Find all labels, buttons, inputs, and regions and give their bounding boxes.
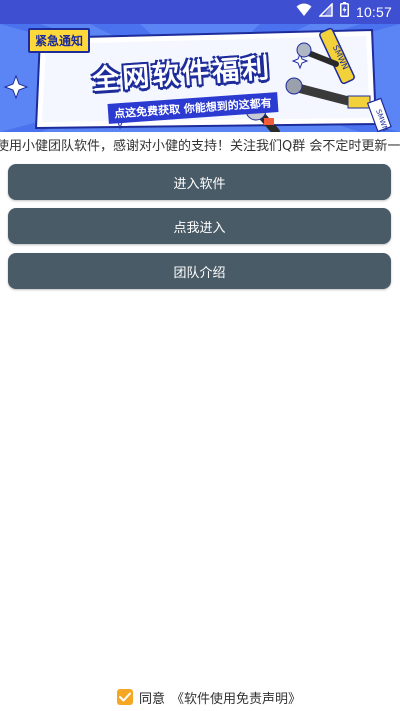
notice-marquee: 使用小健团队软件，感谢对小健的支持！关注我们Q群 会不定时更新一些好: [0, 132, 400, 154]
team-intro-label: 团队介绍: [173, 265, 226, 281]
marquee-text: 使用小健团队软件，感谢对小健的支持！关注我们Q群 会不定时更新一些好: [0, 139, 400, 154]
agree-label[interactable]: 同意: [139, 688, 165, 707]
disclaimer-link[interactable]: 《软件使用免责声明》: [171, 688, 301, 707]
team-intro-button[interactable]: 团队介绍: [8, 253, 391, 289]
status-time: 10:57: [355, 4, 392, 20]
agreement-row: 同意 《软件使用免责声明》: [117, 688, 301, 707]
click-to-enter-button[interactable]: 点我进入: [8, 208, 391, 244]
enter-software-label: 进入软件: [173, 176, 226, 192]
urgent-notice-badge: 紧急通知: [28, 28, 91, 53]
signal-icon: [318, 1, 333, 22]
status-icons: 10:57: [296, 0, 392, 24]
agree-checkbox[interactable]: [117, 689, 133, 705]
promo-banner[interactable]: SMWN SMWN 紧急通知 全网软件福利 点这免费获取 你能想到的这都有: [0, 24, 400, 132]
wifi-icon: [296, 3, 312, 22]
status-bar: 10:57: [0, 0, 400, 24]
battery-icon: [339, 2, 349, 22]
check-icon: [119, 692, 131, 702]
click-to-enter-label: 点我进入: [173, 220, 226, 236]
enter-software-button[interactable]: 进入软件: [8, 164, 391, 200]
